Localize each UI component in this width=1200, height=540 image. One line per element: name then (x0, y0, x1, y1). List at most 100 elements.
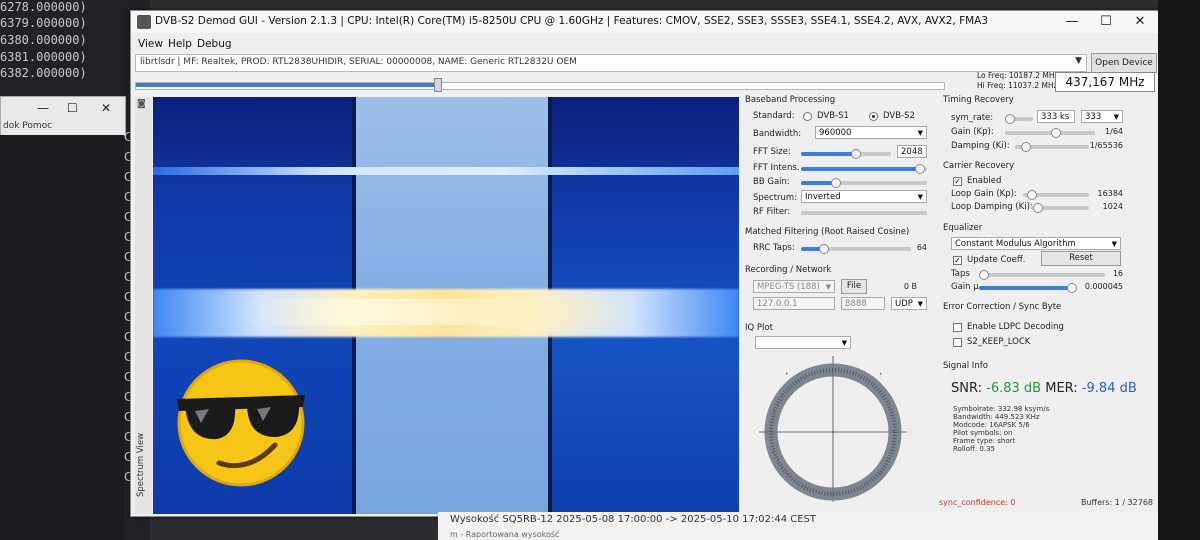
rrc-taps-knob[interactable] (819, 244, 829, 254)
open-device-button[interactable]: Open Device (1091, 53, 1157, 73)
iq-plot-select[interactable]: ▼ (755, 336, 851, 349)
signal-info-line: Symbolrate: 332.98 ksym/s (953, 405, 1050, 413)
fft-intens-fill (801, 167, 921, 171)
svg-text:•: • (785, 471, 789, 478)
menu-help[interactable]: Help (168, 38, 192, 50)
update-coeff-label: Update Coeff. (967, 255, 1026, 265)
frequency-input[interactable]: 437,167 MHz (1055, 72, 1155, 92)
window-title: DVB-S2 Demod GUI - Version 2.1.3 | CPU: … (155, 15, 989, 27)
enabled-checkbox[interactable]: ✓ (953, 177, 962, 186)
matched-filtering-title: Matched Filtering (Root Raised Cosine) (745, 227, 910, 237)
maximize-button[interactable]: ☐ (1093, 13, 1119, 31)
rrc-taps-value: 64 (916, 243, 927, 252)
terminal-line: 6278.000000) (0, 0, 87, 14)
terminal-line: 6382.000000) (0, 66, 87, 80)
loop-damping-knob[interactable] (1033, 203, 1043, 213)
signal-band-core (153, 299, 739, 325)
app-icon (137, 15, 151, 29)
menu-view[interactable]: View (138, 38, 163, 50)
close-button[interactable]: ✕ (1127, 13, 1153, 31)
damping-ki-knob[interactable] (1021, 142, 1031, 152)
error-correction-title: Error Correction / Sync Byte (943, 302, 1062, 312)
timing-recovery-title: Timing Recovery (943, 95, 1014, 105)
sync-confidence: sync_confidence: 0 (939, 498, 1016, 507)
baseband-title: Baseband Processing (745, 95, 836, 105)
buffers-status: Buffers: 1 / 32768 (1081, 498, 1154, 507)
taps-slider[interactable] (979, 273, 1105, 277)
dvbs1-radio[interactable] (803, 112, 812, 121)
iq-constellation-plot: • • • • (759, 356, 907, 502)
gain-kp-knob[interactable] (1051, 128, 1061, 138)
background-chart-window: Wysokość SQ5RB-12 2025-05-08 17:00:00 ->… (438, 512, 1198, 540)
signal-info-line: Rolloff: 0.35 (953, 445, 995, 453)
update-coeff-checkbox[interactable]: ✓ (953, 256, 962, 265)
close-icon[interactable]: ✕ (101, 101, 111, 115)
sunglasses-emoji-icon (177, 359, 305, 487)
dvbs2-radio[interactable] (869, 112, 878, 121)
fft-intens-knob[interactable] (915, 164, 925, 174)
spectrum-label: Spectrum: (753, 193, 798, 203)
gain-mu-value: 0.000045 (1084, 282, 1123, 291)
frequency-slider-handle[interactable] (434, 78, 442, 92)
sym-rate-knob[interactable] (1005, 114, 1015, 124)
standard-label: Standard: (753, 111, 795, 121)
keep-lock-label: S2_KEEP_LOCK (967, 337, 1031, 347)
gain-kp-value: 1/64 (1105, 127, 1123, 136)
dvbs1-label: DVB-S1 (817, 111, 849, 121)
bandwidth-label: Bandwidth: (753, 129, 802, 139)
signal-info-line: Frame type: short (953, 437, 1016, 445)
keep-lock-checkbox[interactable] (953, 338, 962, 347)
altitude-caption: Wysokość SQ5RB-12 2025-05-08 17:00:00 ->… (450, 514, 816, 525)
hi-freq-label: Hi Freq: 11037.2 MHz (977, 81, 1058, 90)
camera-icon[interactable]: ◙ (137, 99, 146, 109)
sym-rate-select[interactable]: 333 ▼ (1081, 110, 1123, 123)
terminal-line: 6379.000000) (0, 16, 87, 30)
format-select[interactable]: MPEG-TS (188) ▼ (753, 280, 835, 293)
chevron-down-icon: ▼ (1111, 240, 1117, 248)
loop-damping-value: 1024 (1102, 202, 1123, 211)
snr-mer-readout: SNR: -6.83 dB MER: -9.84 dB (951, 381, 1137, 396)
sym-rate-input[interactable]: 333 ks (1037, 110, 1075, 123)
chevron-down-icon: ▼ (917, 300, 923, 308)
small-window-menu[interactable]: dok Pomoc (3, 121, 52, 131)
rrc-taps-label: RRC Taps: (753, 243, 795, 253)
spectrum-view-sidebar: ◙ Spectrum View (135, 97, 152, 514)
spectrum-select[interactable]: Inverted ▼ (801, 190, 927, 203)
bb-gain-knob[interactable] (831, 178, 841, 188)
bandwidth-select[interactable]: 960000 ▼ (815, 126, 927, 139)
device-select[interactable]: librtlsdr | MF: Realtek, PROD: RTL2838UH… (135, 54, 1087, 72)
minimize-icon[interactable]: — (37, 101, 49, 115)
port-input[interactable]: 8888 (841, 297, 885, 310)
loop-gain-knob[interactable] (1027, 190, 1037, 200)
equalizer-algorithm-select[interactable]: Constant Modulus Algorithm ▼ (951, 237, 1121, 250)
title-bar: DVB-S2 Demod GUI - Version 2.1.3 | CPU: … (131, 11, 1159, 33)
fft-size-value[interactable]: 2048 (897, 145, 927, 158)
loop-gain-label: Loop Gain (Kp): (951, 189, 1017, 199)
screen-bezel (1158, 0, 1200, 540)
gain-kp-slider[interactable] (1005, 131, 1095, 135)
file-button[interactable]: File (841, 279, 867, 294)
svg-text:•: • (879, 371, 883, 378)
dvbs2-demod-window: DVB-S2 Demod GUI - Version 2.1.3 | CPU: … (130, 10, 1160, 517)
gain-kp-label: Gain (Kp): (951, 127, 994, 137)
minimize-button[interactable]: — (1059, 13, 1085, 31)
reset-button[interactable]: Reset (1041, 251, 1121, 266)
taps-knob[interactable] (979, 270, 989, 280)
spectrum-view-label: Spectrum View (136, 432, 146, 497)
gain-mu-knob[interactable] (1067, 283, 1077, 293)
ldpc-checkbox[interactable] (953, 323, 962, 332)
damping-ki-label: Damping (Ki): (951, 141, 1010, 151)
chevron-down-icon: ▼ (1113, 113, 1119, 121)
damping-ki-value: 1/65536 (1089, 141, 1123, 150)
menu-debug[interactable]: Debug (197, 38, 232, 50)
enabled-label: Enabled (967, 176, 1002, 186)
fft-size-knob[interactable] (851, 149, 861, 159)
device-name: librtlsdr | MF: Realtek, PROD: RTL2838UH… (140, 57, 577, 67)
ip-input[interactable]: 127.0.0.1 (753, 297, 835, 310)
frequency-slider-fill (136, 83, 435, 87)
fft-size-label: FFT Size: (753, 147, 791, 157)
maximize-icon[interactable]: ☐ (67, 101, 78, 115)
rf-filter-slider[interactable] (801, 211, 927, 215)
protocol-select[interactable]: UDP ▼ (891, 297, 927, 310)
svg-text:•: • (879, 471, 883, 478)
